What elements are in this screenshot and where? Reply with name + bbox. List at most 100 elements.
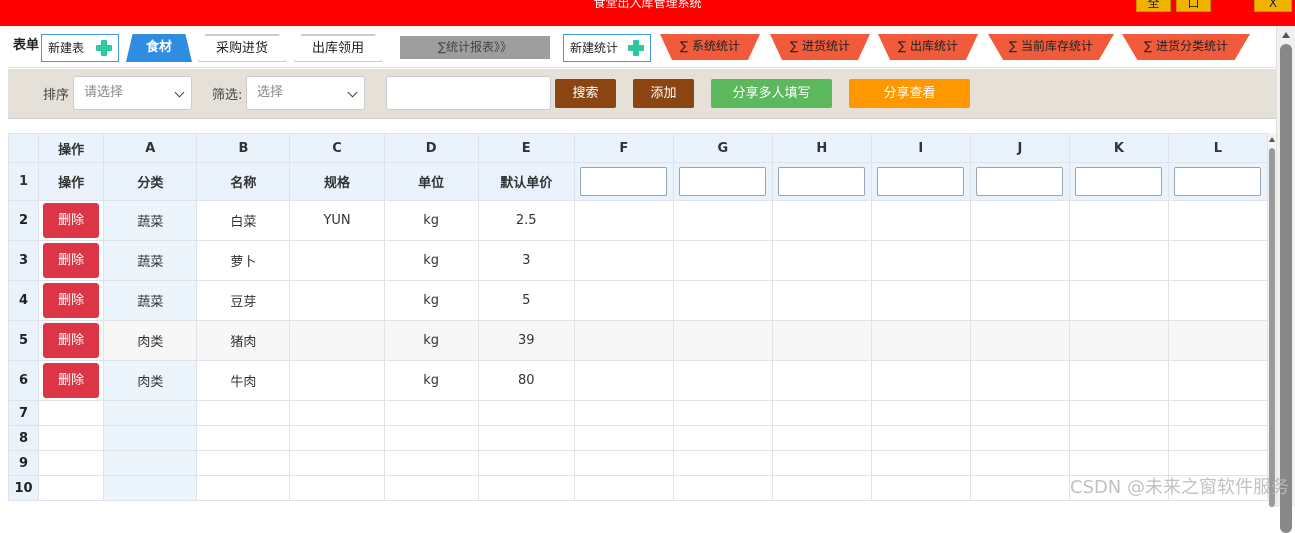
stat-outbound[interactable]: ∑ 出库统计	[878, 34, 978, 60]
empty-cell[interactable]	[574, 426, 673, 451]
empty-cell[interactable]	[970, 401, 1069, 426]
empty-cell[interactable]	[574, 201, 673, 241]
empty-cell[interactable]	[39, 426, 104, 451]
empty-cell[interactable]	[772, 476, 871, 501]
empty-cell[interactable]	[197, 476, 290, 501]
stat-category[interactable]: ∑ 进货分类统计	[1122, 34, 1250, 60]
field-name-input[interactable]	[1075, 167, 1162, 196]
empty-cell[interactable]	[673, 476, 772, 501]
col-header[interactable]: A	[104, 134, 197, 163]
empty-cell[interactable]	[104, 401, 197, 426]
stats-report-tab[interactable]: ∑统计报表》》	[400, 36, 550, 59]
scroll-up-icon[interactable]	[1282, 32, 1290, 38]
empty-cell[interactable]	[197, 401, 290, 426]
empty-cell[interactable]	[574, 361, 673, 401]
col-header[interactable]: F	[574, 134, 673, 163]
empty-cell[interactable]	[673, 401, 772, 426]
empty-cell[interactable]	[197, 451, 290, 476]
empty-cell[interactable]	[772, 426, 871, 451]
empty-cell[interactable]	[39, 401, 104, 426]
field-name-cell[interactable]: 默认单价	[478, 163, 574, 201]
add-button[interactable]: 添加	[633, 79, 694, 108]
scroll-up-icon[interactable]	[1269, 137, 1275, 142]
empty-cell[interactable]	[871, 241, 970, 281]
field-name-input[interactable]	[877, 167, 964, 196]
empty-cell[interactable]	[772, 451, 871, 476]
empty-cell[interactable]	[1069, 426, 1168, 451]
name-cell[interactable]: 萝卜	[197, 241, 290, 281]
empty-cell[interactable]	[574, 401, 673, 426]
empty-cell[interactable]	[574, 241, 673, 281]
empty-cell[interactable]	[574, 451, 673, 476]
empty-cell[interactable]	[104, 476, 197, 501]
delete-button[interactable]: 删除	[43, 203, 99, 238]
col-header[interactable]: B	[197, 134, 290, 163]
price-cell[interactable]: 5	[478, 281, 574, 321]
empty-cell[interactable]	[871, 321, 970, 361]
empty-cell[interactable]	[970, 451, 1069, 476]
field-name-cell[interactable]: 规格	[290, 163, 384, 201]
empty-cell[interactable]	[39, 451, 104, 476]
category-cell[interactable]: 蔬菜	[104, 201, 197, 241]
empty-cell[interactable]	[104, 451, 197, 476]
category-cell[interactable]: 蔬菜	[104, 281, 197, 321]
col-header[interactable]: 操作	[39, 134, 104, 163]
empty-cell[interactable]	[1168, 281, 1267, 321]
maximize-button[interactable]: 口	[1176, 0, 1211, 12]
price-cell[interactable]: 80	[478, 361, 574, 401]
price-cell[interactable]: 39	[478, 321, 574, 361]
field-name-cell[interactable]: 分类	[104, 163, 197, 201]
empty-cell[interactable]	[871, 361, 970, 401]
field-name-input[interactable]	[1174, 167, 1261, 196]
spec-cell[interactable]	[290, 321, 384, 361]
empty-cell[interactable]	[1069, 451, 1168, 476]
empty-cell[interactable]	[673, 451, 772, 476]
field-name-input[interactable]	[976, 167, 1063, 196]
col-header[interactable]: L	[1168, 134, 1267, 163]
close-button[interactable]: X	[1254, 0, 1292, 12]
empty-cell[interactable]	[772, 201, 871, 241]
tab-food[interactable]: 食材	[126, 34, 192, 62]
empty-cell[interactable]	[970, 321, 1069, 361]
new-table-button[interactable]: 新建表	[41, 34, 119, 62]
empty-cell[interactable]	[1168, 321, 1267, 361]
empty-cell[interactable]	[1168, 401, 1267, 426]
filter-select[interactable]: 选择	[246, 76, 365, 110]
empty-cell[interactable]	[39, 476, 104, 501]
empty-cell[interactable]	[1168, 201, 1267, 241]
col-header[interactable]: C	[290, 134, 384, 163]
empty-cell[interactable]	[673, 361, 772, 401]
empty-cell[interactable]	[574, 281, 673, 321]
share-multi-button[interactable]: 分享多人填写	[711, 79, 832, 108]
empty-cell[interactable]	[384, 426, 478, 451]
col-header[interactable]: D	[384, 134, 478, 163]
empty-cell[interactable]	[871, 451, 970, 476]
empty-cell[interactable]	[1168, 451, 1267, 476]
col-header[interactable]: J	[970, 134, 1069, 163]
unit-cell[interactable]: kg	[384, 241, 478, 281]
empty-cell[interactable]	[478, 451, 574, 476]
window-scrollbar[interactable]	[1276, 26, 1295, 507]
empty-cell[interactable]	[871, 476, 970, 501]
col-header[interactable]: K	[1069, 134, 1168, 163]
empty-cell[interactable]	[970, 361, 1069, 401]
empty-cell[interactable]	[1069, 321, 1168, 361]
empty-cell[interactable]	[290, 451, 384, 476]
col-header[interactable]: I	[871, 134, 970, 163]
new-stat-button[interactable]: 新建统计	[563, 34, 651, 62]
empty-cell[interactable]	[574, 321, 673, 361]
empty-cell[interactable]	[478, 476, 574, 501]
empty-cell[interactable]	[772, 321, 871, 361]
stat-purchase[interactable]: ∑ 进货统计	[770, 34, 870, 60]
empty-cell[interactable]	[772, 401, 871, 426]
empty-cell[interactable]	[384, 476, 478, 501]
name-cell[interactable]: 牛肉	[197, 361, 290, 401]
category-cell[interactable]: 肉类	[104, 361, 197, 401]
category-cell[interactable]: 肉类	[104, 321, 197, 361]
empty-cell[interactable]	[772, 281, 871, 321]
empty-cell[interactable]	[290, 426, 384, 451]
empty-cell[interactable]	[1168, 241, 1267, 281]
window-scroll-thumb[interactable]	[1280, 44, 1292, 533]
field-name-input[interactable]	[778, 167, 865, 196]
empty-cell[interactable]	[871, 201, 970, 241]
